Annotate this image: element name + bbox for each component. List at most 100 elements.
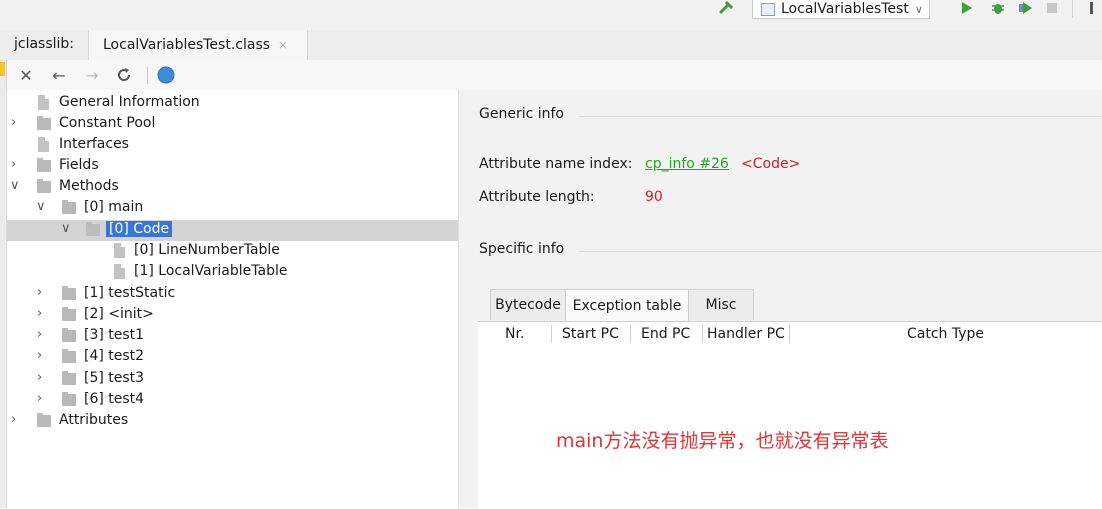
folder-icon: [37, 158, 51, 172]
attribute-name-value: <Code>: [741, 156, 801, 172]
debug-icon[interactable]: [990, 1, 1006, 19]
chevron-right-icon[interactable]: ›: [11, 115, 16, 130]
tree-item-line-number-table[interactable]: [0] LineNumberTable: [7, 241, 458, 262]
tree-item-constant-pool[interactable]: › Constant Pool: [7, 114, 458, 135]
document-icon: [38, 95, 49, 110]
table-header: Nr. Start PC End PC Handler PC Catch Typ…: [478, 322, 1102, 347]
tree-item-method-init[interactable]: › [2] <init>: [7, 305, 458, 326]
tree-item-method-teststatic[interactable]: › [1] testStatic: [7, 284, 458, 305]
tree-item-label: Constant Pool: [59, 115, 156, 131]
top-toolbar: LocalVariablesTest ∨: [0, 0, 1102, 31]
chevron-right-icon[interactable]: ›: [37, 348, 42, 363]
tree-item-label: [0] main: [84, 199, 144, 215]
tree-item-method-main[interactable]: ∨ [0] main: [7, 198, 458, 219]
annotation-note: main方法没有抛异常，也就没有异常表: [556, 430, 889, 452]
hammer-icon[interactable]: [718, 0, 736, 18]
left-gutter: [0, 60, 7, 508]
column-divider[interactable]: [551, 325, 552, 343]
cp-info-link[interactable]: cp_info #26: [645, 156, 729, 172]
chevron-right-icon[interactable]: ›: [37, 306, 42, 321]
document-icon: [114, 264, 125, 279]
folder-icon: [37, 116, 51, 130]
tree-item-method-test4[interactable]: › [6] test4: [7, 390, 458, 411]
tree-item-label: [4] test2: [84, 348, 145, 364]
refresh-icon[interactable]: [114, 65, 134, 85]
tree-item-interfaces[interactable]: Interfaces: [7, 135, 458, 156]
tree-item-method-test2[interactable]: › [4] test2: [7, 347, 458, 368]
chevron-right-icon[interactable]: ›: [11, 157, 16, 172]
tab-bytecode[interactable]: Bytecode: [490, 289, 566, 320]
toolbar-divider: [1072, 0, 1073, 18]
run-configuration-select[interactable]: LocalVariablesTest ∨: [752, 0, 930, 19]
tree-item-attributes[interactable]: › Attributes: [7, 411, 458, 432]
tree-item-label: Methods: [59, 178, 119, 194]
tree-item-label: [6] test4: [84, 391, 145, 407]
detail-pane: Generic info Attribute name index: cp_in…: [459, 90, 1102, 509]
tree-item-label: Fields: [59, 157, 99, 173]
run-icon[interactable]: [960, 1, 974, 19]
web-icon[interactable]: [156, 65, 176, 85]
tab-localvariablestest-class[interactable]: LocalVariablesTest.class ×: [88, 30, 308, 60]
chevron-right-icon[interactable]: ›: [37, 391, 42, 406]
tree-item-code-selected[interactable]: ∨ [0] Code: [7, 220, 458, 241]
chevron-down-icon[interactable]: ∨: [36, 199, 46, 214]
tree-item-local-variable-table[interactable]: [1] LocalVariableTable: [7, 262, 458, 283]
back-icon[interactable]: ←: [49, 65, 69, 85]
chevron-down-icon[interactable]: ∨: [61, 221, 71, 236]
tab-exception-table[interactable]: Exception table: [565, 289, 689, 321]
chevron-right-icon[interactable]: ›: [11, 412, 16, 427]
editor-tab-row: jclasslib: LocalVariablesTest.class ×: [0, 30, 1102, 61]
tree-item-methods[interactable]: ∨ Methods: [7, 177, 458, 198]
section-divider: [579, 251, 1102, 252]
tree-item-method-test3[interactable]: › [5] test3: [7, 369, 458, 390]
chevron-right-icon[interactable]: ›: [37, 285, 42, 300]
folder-icon: [62, 371, 76, 385]
tree-item-label: [1] testStatic: [84, 285, 176, 301]
chevron-down-icon: ∨: [914, 2, 923, 16]
section-divider: [579, 116, 1102, 117]
chevron-right-icon[interactable]: ›: [37, 370, 42, 385]
tab-title: LocalVariablesTest.class: [103, 37, 271, 53]
exception-table: Nr. Start PC End PC Handler PC Catch Typ…: [478, 321, 1102, 509]
run-configuration-label: LocalVariablesTest: [781, 1, 909, 17]
column-divider[interactable]: [702, 325, 703, 343]
folder-icon: [37, 413, 51, 427]
tab-misc[interactable]: Misc: [688, 289, 754, 320]
document-icon: [38, 137, 49, 152]
column-header-catch-type[interactable]: Catch Type: [907, 326, 984, 342]
close-icon[interactable]: ✕: [16, 65, 36, 85]
attribute-length-label: Attribute length:: [479, 189, 595, 205]
folder-icon: [62, 286, 76, 300]
close-tab-icon[interactable]: ×: [278, 38, 288, 52]
column-header-end-pc[interactable]: End PC: [641, 326, 690, 342]
coverage-icon[interactable]: [1018, 0, 1036, 20]
more-icon[interactable]: [1090, 2, 1093, 14]
tree-item-label: [2] <init>: [84, 306, 154, 322]
document-icon: [114, 243, 125, 258]
column-divider[interactable]: [630, 325, 631, 343]
folder-icon: [62, 328, 76, 342]
tree-item-label: [1] LocalVariableTable: [134, 263, 288, 279]
tree-item-fields[interactable]: › Fields: [7, 156, 458, 177]
column-divider[interactable]: [789, 325, 790, 343]
chevron-right-icon[interactable]: ›: [37, 327, 42, 342]
attribute-length-value: 90: [645, 189, 663, 205]
gutter-marker: [0, 62, 5, 76]
column-header-start-pc[interactable]: Start PC: [562, 326, 619, 342]
stop-icon[interactable]: [1046, 2, 1058, 18]
folder-icon: [62, 349, 76, 363]
tree-item-general-information[interactable]: General Information: [7, 93, 458, 114]
tree-item-label: [0] Code: [106, 221, 173, 237]
folder-icon: [86, 222, 100, 236]
tree-item-method-test1[interactable]: › [3] test1: [7, 326, 458, 347]
tree-item-label: [3] test1: [84, 327, 145, 343]
chevron-down-icon[interactable]: ∨: [10, 178, 20, 193]
attribute-name-index-label: Attribute name index:: [479, 156, 633, 172]
class-structure-tree: General Information › Constant Pool Inte…: [7, 90, 459, 508]
column-header-handler-pc[interactable]: Handler PC: [707, 326, 785, 342]
column-header-nr[interactable]: Nr.: [505, 326, 524, 342]
tree-item-label: Interfaces: [59, 136, 129, 152]
forward-icon[interactable]: →: [82, 65, 102, 85]
specific-info-tabs: Bytecode Exception table Misc: [490, 289, 754, 321]
toolbar-separator: [147, 67, 148, 84]
